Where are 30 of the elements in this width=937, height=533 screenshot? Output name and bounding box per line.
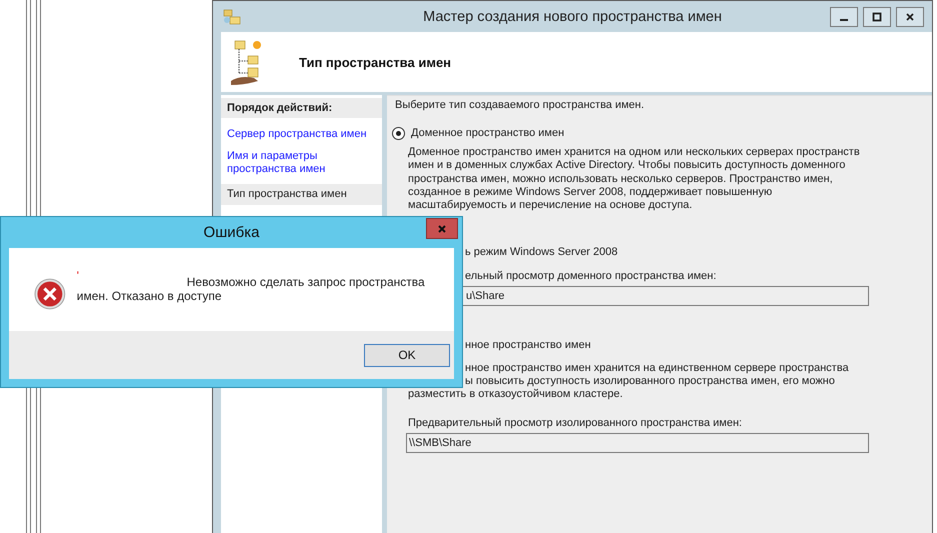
ok-button[interactable]: OK xyxy=(364,344,450,366)
maximize-button[interactable] xyxy=(863,6,891,26)
partial-text: ы повысить доступность изолированного пространства имен, его можно xyxy=(465,375,835,388)
tick-mark: ' xyxy=(76,271,79,282)
close-icon xyxy=(905,12,915,22)
description-text: Доменное пространство имен хранится на одном или нескольких серверах пространств имен и в доменных службах Active Directory. Чтобы повысить доступность доменного пространства имен, можно использовать несколько серверов. Пространство имен, созданное в режиме Windows Server 2008, поддерживает повышенную масштабируемость и перечисление на основе доступа. xyxy=(408,146,861,212)
preview-field[interactable]: \\SMB\Share xyxy=(406,433,869,454)
description-text: разместить в отказоустойчивом кластере. xyxy=(408,388,624,402)
minimize-icon xyxy=(840,19,848,21)
page-title: Тип пространства имен xyxy=(299,54,452,70)
close-button[interactable] xyxy=(896,6,924,26)
partial-text: ельный просмотр доменного пространства имен: xyxy=(465,270,716,284)
error-icon xyxy=(34,278,66,310)
close-icon xyxy=(437,224,447,234)
radio-label[interactable]: Доменное пространство имен xyxy=(411,126,564,140)
partial-text: нное пространство имен xyxy=(465,339,591,352)
radio-button[interactable] xyxy=(392,126,405,140)
maximize-icon xyxy=(872,12,882,22)
description-text: Предварительный просмотр изолированного пространства имен: xyxy=(408,416,743,430)
window-title: Мастер создания нового пространства имен xyxy=(423,8,722,24)
step-item[interactable]: Тип пространства имен xyxy=(221,184,382,205)
minimize-button[interactable] xyxy=(830,6,858,26)
dialog-title: Ошибка xyxy=(204,224,260,241)
folders-icon xyxy=(223,8,241,26)
steps-heading: Порядок действий: xyxy=(221,98,382,118)
instruction-text: Выберите тип создаваемого пространства имен. xyxy=(395,99,644,112)
partial-text: нное пространство имен хранится на единственном сервере пространства xyxy=(465,362,849,376)
step-item[interactable]: Сервер пространства имен xyxy=(221,128,382,141)
step-item[interactable]: Имя и параметры пространства имен xyxy=(221,150,382,176)
partial-text: ь режим Windows Server 2008 xyxy=(465,246,618,260)
